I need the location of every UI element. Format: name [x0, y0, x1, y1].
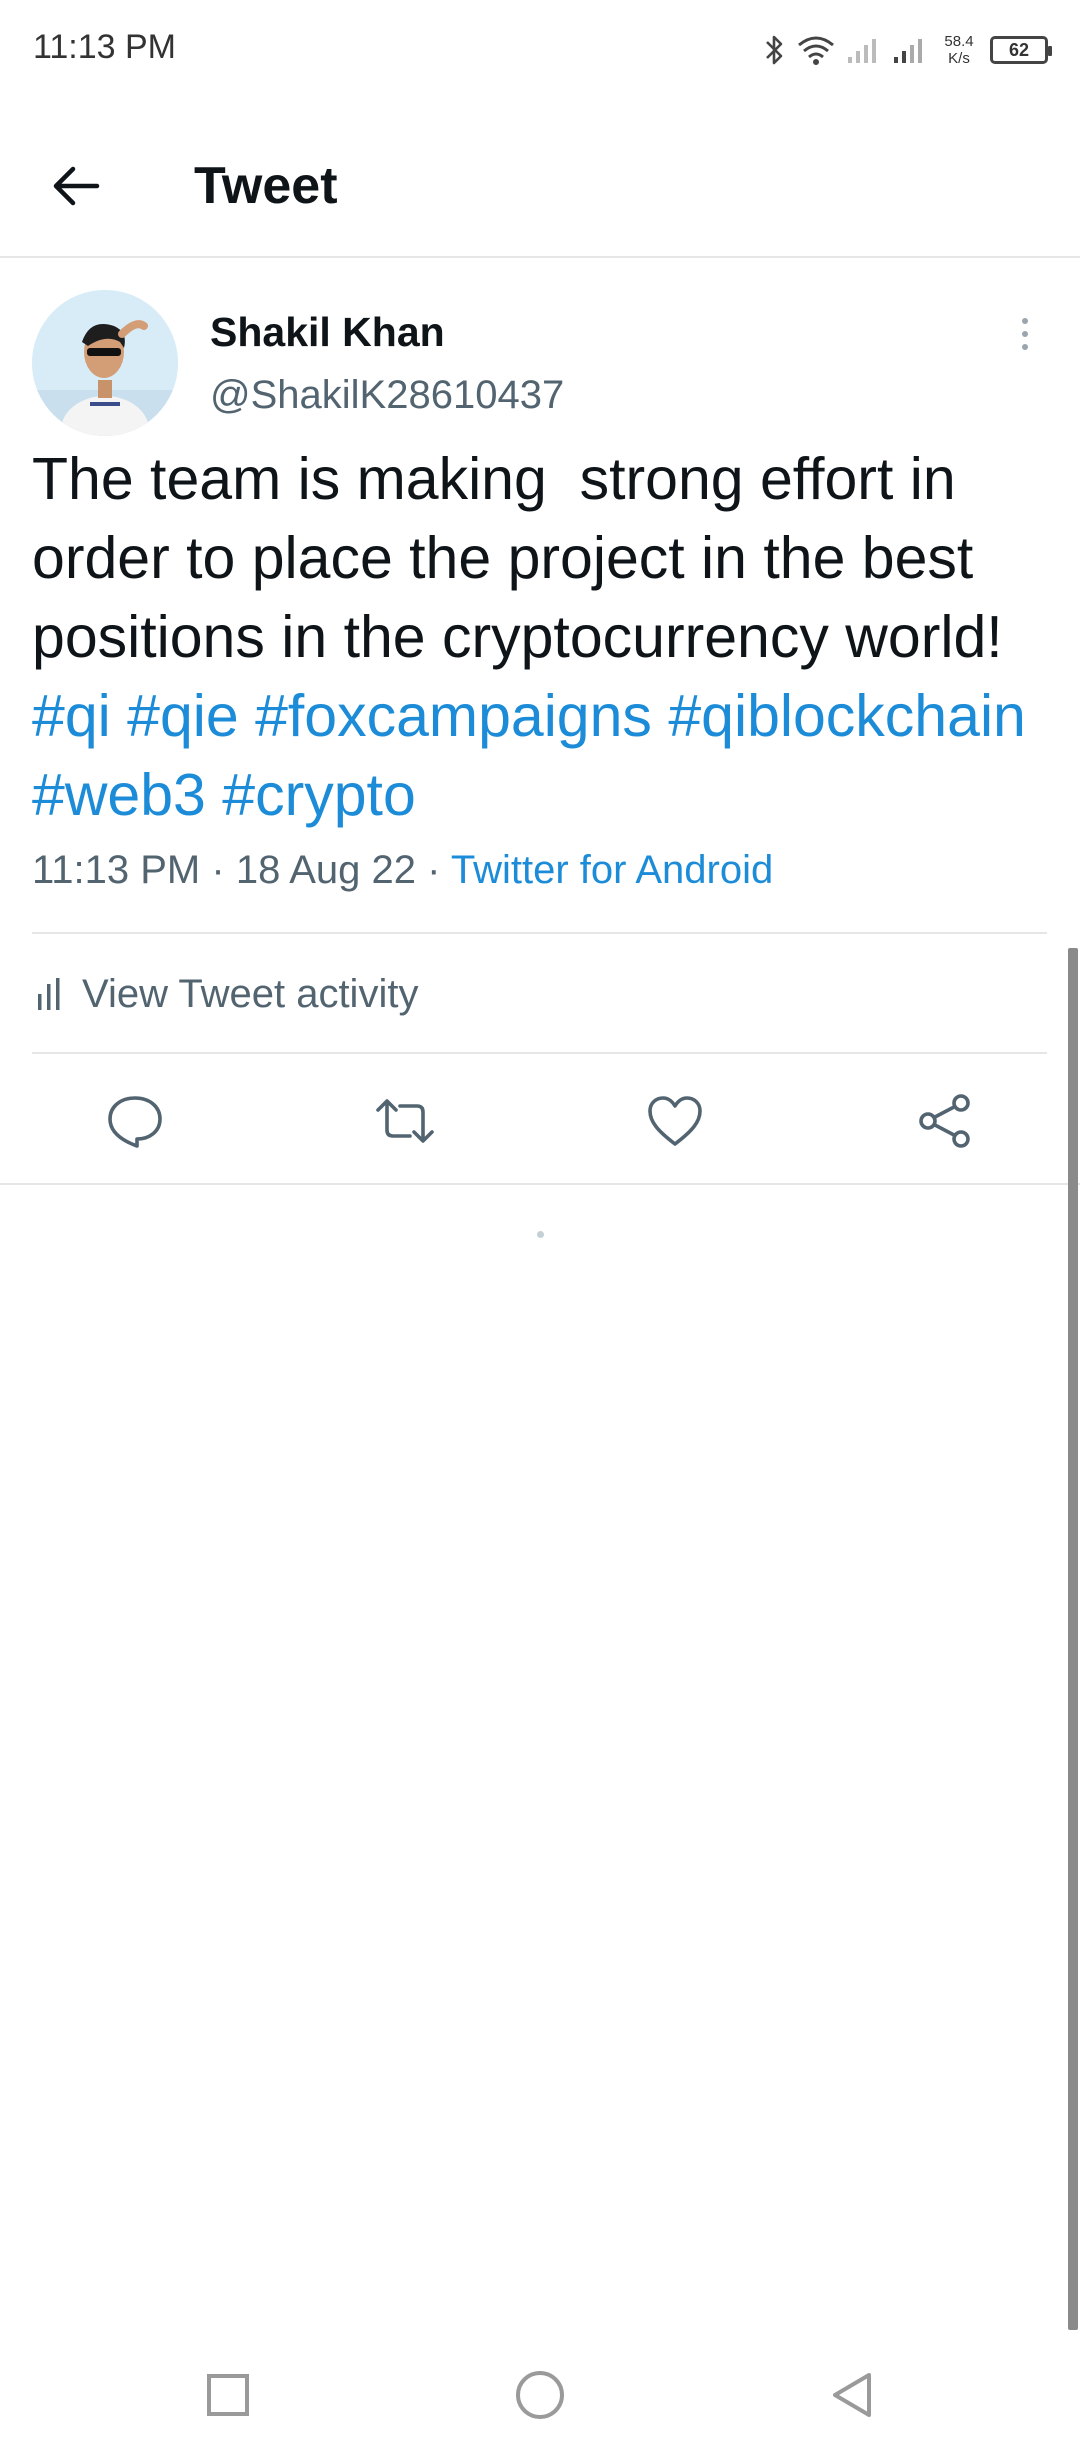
net-speed: 58.4 K/s	[938, 33, 980, 67]
signal-icon	[846, 35, 882, 65]
system-nav-bar	[0, 2330, 1080, 2460]
square-icon	[207, 2374, 249, 2416]
circle-icon	[516, 2371, 564, 2419]
battery-icon: 62	[990, 36, 1052, 64]
top-app-bar: Tweet	[0, 100, 1080, 258]
author-handle[interactable]: @ShakilK28610437	[210, 373, 564, 418]
net-speed-unit: K/s	[948, 50, 970, 67]
activity-label: View Tweet activity	[82, 971, 419, 1016]
more-dot	[1022, 318, 1028, 324]
more-dot	[1022, 344, 1028, 350]
like-button[interactable]	[640, 1086, 710, 1156]
tweet-source-link[interactable]: Twitter for Android	[451, 848, 773, 892]
net-speed-value: 58.4	[944, 33, 974, 50]
bluetooth-icon	[764, 32, 786, 68]
divider	[32, 932, 1047, 934]
hashtag-link[interactable]: #qi	[32, 683, 111, 749]
retweet-icon	[376, 1099, 434, 1143]
divider	[0, 1183, 1080, 1185]
view-tweet-activity-button[interactable]: View Tweet activity	[32, 935, 1047, 1053]
divider	[32, 1052, 1047, 1054]
meta-separator: ·	[427, 848, 441, 892]
tweet-date: 18 Aug 22	[235, 848, 417, 892]
more-options-button[interactable]	[1010, 312, 1040, 356]
battery-level: 62	[1008, 39, 1030, 60]
signal-icon	[892, 35, 928, 65]
hashtag-link[interactable]: #foxcampaigns	[255, 683, 652, 749]
author-name[interactable]: Shakil Khan	[210, 309, 445, 356]
share-button[interactable]	[910, 1086, 980, 1156]
avatar[interactable]	[32, 290, 178, 436]
loading-indicator	[537, 1231, 544, 1238]
hashtag-link[interactable]: #qiblockchain	[668, 683, 1026, 749]
meta-separator: ·	[211, 848, 225, 892]
reply-icon	[108, 1096, 162, 1148]
share-icon	[919, 1094, 970, 1148]
system-back-button[interactable]	[817, 2360, 887, 2430]
more-dot	[1022, 331, 1028, 337]
status-icons: 58.4 K/s 62	[764, 28, 1052, 72]
triangle-back-icon	[833, 2373, 871, 2417]
tweet-text: The team is making strong effort in orde…	[32, 440, 1062, 835]
retweet-button[interactable]	[370, 1086, 440, 1156]
wifi-icon	[796, 33, 836, 67]
hashtag-link[interactable]: #qie	[127, 683, 239, 749]
tweet-body: The team is making strong effort in orde…	[32, 446, 1020, 670]
tweet-meta: 11:13 PM · 18 Aug 22 · Twitter for Andro…	[32, 848, 773, 893]
home-button[interactable]	[505, 2360, 575, 2430]
hashtag-link[interactable]: #web3	[32, 762, 206, 828]
status-bar: 11:13 PM 58.4 K/s 62	[0, 0, 1080, 100]
back-button[interactable]	[46, 156, 106, 216]
heart-icon	[648, 1096, 702, 1146]
avatar-image	[32, 290, 178, 436]
status-time: 11:13 PM	[33, 28, 177, 66]
tweet-time: 11:13 PM	[32, 848, 201, 892]
tweet-actions	[0, 1056, 1080, 1184]
bar-chart-icon	[38, 978, 60, 1010]
page-title: Tweet	[194, 157, 338, 215]
recent-apps-button[interactable]	[193, 2360, 263, 2430]
arrow-left-icon	[53, 166, 100, 206]
reply-button[interactable]	[100, 1086, 170, 1156]
hashtag-link[interactable]: #crypto	[222, 762, 415, 828]
scrollbar[interactable]	[1068, 948, 1078, 2330]
